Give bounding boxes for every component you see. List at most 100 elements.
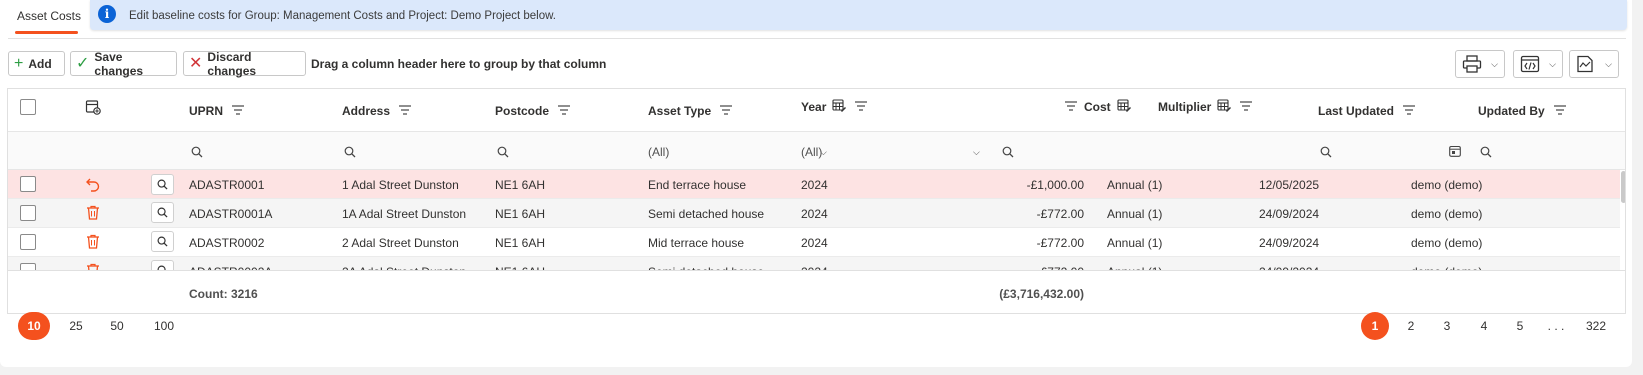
page-button-4[interactable]: 4 xyxy=(1470,312,1498,340)
filter-icon[interactable] xyxy=(399,104,412,118)
column-header-asset-type[interactable]: Asset Type xyxy=(648,104,733,118)
uprn-cell: ADASTR0001 xyxy=(189,178,265,192)
asset-type-cell: Semi detached house xyxy=(648,207,765,221)
page-size-100[interactable]: 100 xyxy=(147,312,181,340)
filter-icon[interactable] xyxy=(855,100,868,114)
column-header-year[interactable]: Year xyxy=(801,98,868,115)
group-panel-hint[interactable]: Drag a column header here to group by th… xyxy=(311,57,606,71)
discard-changes-label: Discard changes xyxy=(207,49,257,78)
updated-by-cell: demo (demo) xyxy=(1411,178,1483,192)
add-button[interactable]: + Add xyxy=(8,51,65,76)
page-size-50[interactable]: 50 xyxy=(101,312,133,340)
last-updated-cell: 24/09/2024 xyxy=(1259,207,1320,221)
column-header-address[interactable]: Address xyxy=(342,104,412,118)
filter-icon[interactable] xyxy=(1240,100,1253,114)
filter-icon[interactable] xyxy=(1553,104,1566,118)
discard-changes-button[interactable]: ✕ Discard changes xyxy=(183,49,306,78)
updated-by-cell: demo (demo) xyxy=(1411,207,1483,221)
filter-icon[interactable] xyxy=(1403,104,1416,118)
table-row[interactable]: ADASTR0001A 1A Adal Street Dunston NE1 6… xyxy=(8,199,1620,228)
search-icon[interactable] xyxy=(1002,146,1014,161)
export-code-menu-button[interactable]: ⌵ xyxy=(1513,50,1563,78)
asset-type-filter-select[interactable]: (All) xyxy=(648,145,669,159)
table-row[interactable]: ADASTR0002 2 Adal Street Dunston NE1 6AH… xyxy=(8,228,1620,257)
chart-export-menu-button[interactable]: ⌵ xyxy=(1569,50,1619,78)
add-button-label: Add xyxy=(28,56,52,71)
search-icon[interactable] xyxy=(497,146,509,161)
search-icon[interactable] xyxy=(1320,146,1332,161)
vertical-scrollbar[interactable] xyxy=(1621,171,1625,203)
row-checkbox[interactable] xyxy=(20,234,36,250)
column-header-cost[interactable]: Cost xyxy=(1065,98,1131,115)
column-header-label: Address xyxy=(342,104,391,118)
year-filter-select[interactable]: (All) xyxy=(801,145,822,159)
view-details-button[interactable] xyxy=(151,174,174,195)
filter-icon[interactable] xyxy=(232,104,245,118)
table-row[interactable]: ADASTR0001 1 Adal Street Dunston NE1 6AH… xyxy=(8,170,1620,199)
year-cell[interactable]: 2024 xyxy=(801,207,828,221)
select-all-checkbox[interactable] xyxy=(20,99,36,115)
column-header-updated-by[interactable]: Updated By xyxy=(1478,104,1566,118)
filter-icon[interactable] xyxy=(1065,100,1077,114)
row-checkbox[interactable] xyxy=(20,205,36,221)
grid-filter-row: (All) ⌵ (All) ⌵ xyxy=(8,132,1625,170)
chart-document-icon xyxy=(1577,55,1593,73)
editable-column-icon xyxy=(1117,98,1131,115)
save-changes-button[interactable]: ✓ Save changes xyxy=(70,49,177,78)
column-header-last-updated[interactable]: Last Updated xyxy=(1318,104,1416,118)
page-button-3[interactable]: 3 xyxy=(1433,312,1461,340)
address-cell: 1A Adal Street Dunston xyxy=(342,207,467,221)
view-details-button[interactable] xyxy=(151,202,174,223)
column-header-uprn[interactable]: UPRN xyxy=(189,104,245,118)
grid-header-row: UPRN Address Postcode Asset Type Year Co… xyxy=(8,89,1625,132)
year-cell[interactable]: 2024 xyxy=(801,236,828,250)
tab-asset-costs[interactable]: Asset Costs xyxy=(17,9,81,23)
page-button-last[interactable]: 322 xyxy=(1578,312,1614,340)
chevron-down-icon: ⌵ xyxy=(1605,58,1612,69)
filter-icon[interactable] xyxy=(720,104,733,118)
search-icon[interactable] xyxy=(344,146,356,161)
row-count-summary: Count: 3216 xyxy=(189,287,258,301)
column-header-label: Asset Type xyxy=(648,104,712,118)
chevron-down-icon: ⌵ xyxy=(1549,58,1556,69)
multiplier-cell[interactable]: Annual (1) xyxy=(1107,207,1162,221)
column-chooser-icon[interactable] xyxy=(85,99,101,118)
last-updated-cell: 12/05/2025 xyxy=(1259,178,1320,192)
cost-cell[interactable]: -£772.00 xyxy=(988,207,1084,221)
multiplier-cell[interactable]: Annual (1) xyxy=(1107,178,1162,192)
search-icon[interactable] xyxy=(1480,146,1492,161)
save-changes-label: Save changes xyxy=(94,49,144,78)
column-header-postcode[interactable]: Postcode xyxy=(495,104,571,118)
search-icon[interactable] xyxy=(191,146,203,161)
printer-icon xyxy=(1462,55,1482,73)
year-cell[interactable]: 2024 xyxy=(801,178,828,192)
asset-type-cell: Mid terrace house xyxy=(648,236,745,250)
row-checkbox[interactable] xyxy=(20,176,36,192)
undo-icon[interactable] xyxy=(85,176,101,195)
postcode-cell: NE1 6AH xyxy=(495,236,546,250)
multiplier-cell[interactable]: Annual (1) xyxy=(1107,236,1162,250)
trash-icon[interactable] xyxy=(86,234,100,252)
chevron-down-icon[interactable]: ⌵ xyxy=(973,147,980,158)
cost-cell[interactable]: -£772.00 xyxy=(988,236,1084,250)
page-button-2[interactable]: 2 xyxy=(1397,312,1425,340)
search-icon xyxy=(157,207,168,218)
page-size-10[interactable]: 10 xyxy=(18,312,50,340)
cost-cell[interactable]: -£1,000.00 xyxy=(988,178,1084,192)
plus-icon: + xyxy=(14,54,24,72)
column-header-multiplier[interactable]: Multiplier xyxy=(1158,98,1253,115)
active-tab-indicator xyxy=(15,31,78,34)
calendar-icon[interactable] xyxy=(1449,145,1461,160)
page-button-5[interactable]: 5 xyxy=(1506,312,1534,340)
print-menu-button[interactable]: ⌵ xyxy=(1455,50,1505,78)
address-cell: 1 Adal Street Dunston xyxy=(342,178,459,192)
info-icon: i xyxy=(98,5,116,23)
filter-icon[interactable] xyxy=(558,104,571,118)
column-header-label: Cost xyxy=(1084,99,1111,114)
uprn-cell: ADASTR0002 xyxy=(189,236,265,250)
view-details-button[interactable] xyxy=(151,231,174,252)
trash-icon[interactable] xyxy=(86,205,100,223)
page-button-1[interactable]: 1 xyxy=(1361,312,1389,340)
column-header-label: Last Updated xyxy=(1318,104,1395,118)
page-size-25[interactable]: 25 xyxy=(60,312,92,340)
